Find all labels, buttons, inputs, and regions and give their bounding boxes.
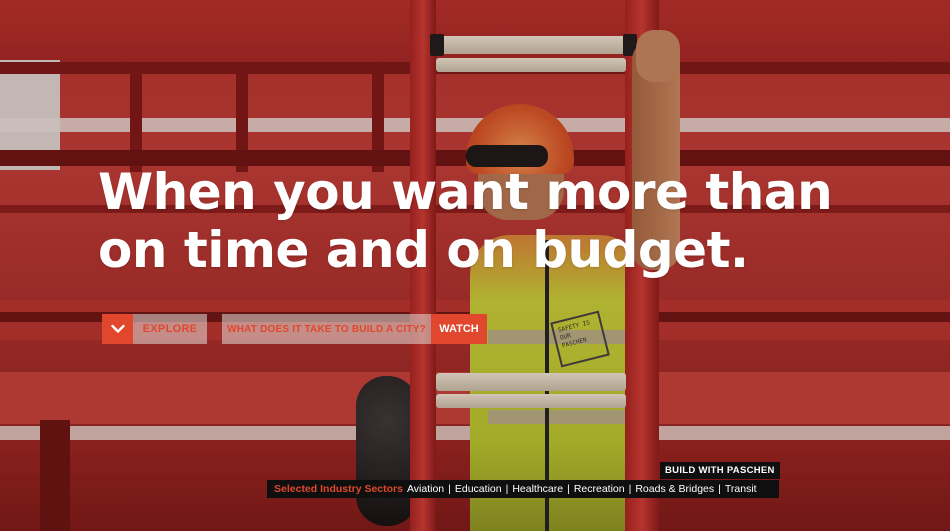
build-with-paschen-tag[interactable]: BUILD WITH PASCHEN: [660, 462, 780, 479]
cta-row: EXPLORE WHAT DOES IT TAKE TO BUILD A CIT…: [102, 314, 487, 344]
headline-line-1: When you want more than: [98, 163, 833, 221]
sectors-heading: Selected Industry Sectors: [274, 483, 403, 495]
watch-button[interactable]: WATCH: [431, 314, 487, 344]
separator: |: [567, 483, 570, 495]
sector-link-education[interactable]: Education: [455, 483, 502, 495]
sector-link-roads-bridges[interactable]: Roads & Bridges: [635, 483, 714, 495]
sector-link-transit[interactable]: Transit: [725, 483, 757, 495]
sector-link-aviation[interactable]: Aviation: [407, 483, 444, 495]
watch-question-text[interactable]: WHAT DOES IT TAKE TO BUILD A CITY?: [222, 314, 431, 344]
sector-link-healthcare[interactable]: Healthcare: [512, 483, 563, 495]
separator: |: [628, 483, 632, 495]
hero-headline: When you want more than on time and on b…: [98, 163, 858, 279]
watch-video-cta[interactable]: WHAT DOES IT TAKE TO BUILD A CITY? WATCH: [222, 314, 487, 344]
separator: |: [448, 483, 451, 495]
industry-sectors-bar: Selected Industry Sectors Aviation | Edu…: [267, 480, 779, 498]
chevron-down-icon[interactable]: [102, 314, 133, 344]
explore-button[interactable]: EXPLORE: [102, 314, 207, 344]
separator: |: [718, 483, 721, 495]
explore-label[interactable]: EXPLORE: [133, 314, 207, 344]
headline-line-2: on time and on budget.: [98, 221, 749, 279]
separator: |: [505, 483, 509, 495]
sector-link-recreation[interactable]: Recreation: [574, 483, 625, 495]
